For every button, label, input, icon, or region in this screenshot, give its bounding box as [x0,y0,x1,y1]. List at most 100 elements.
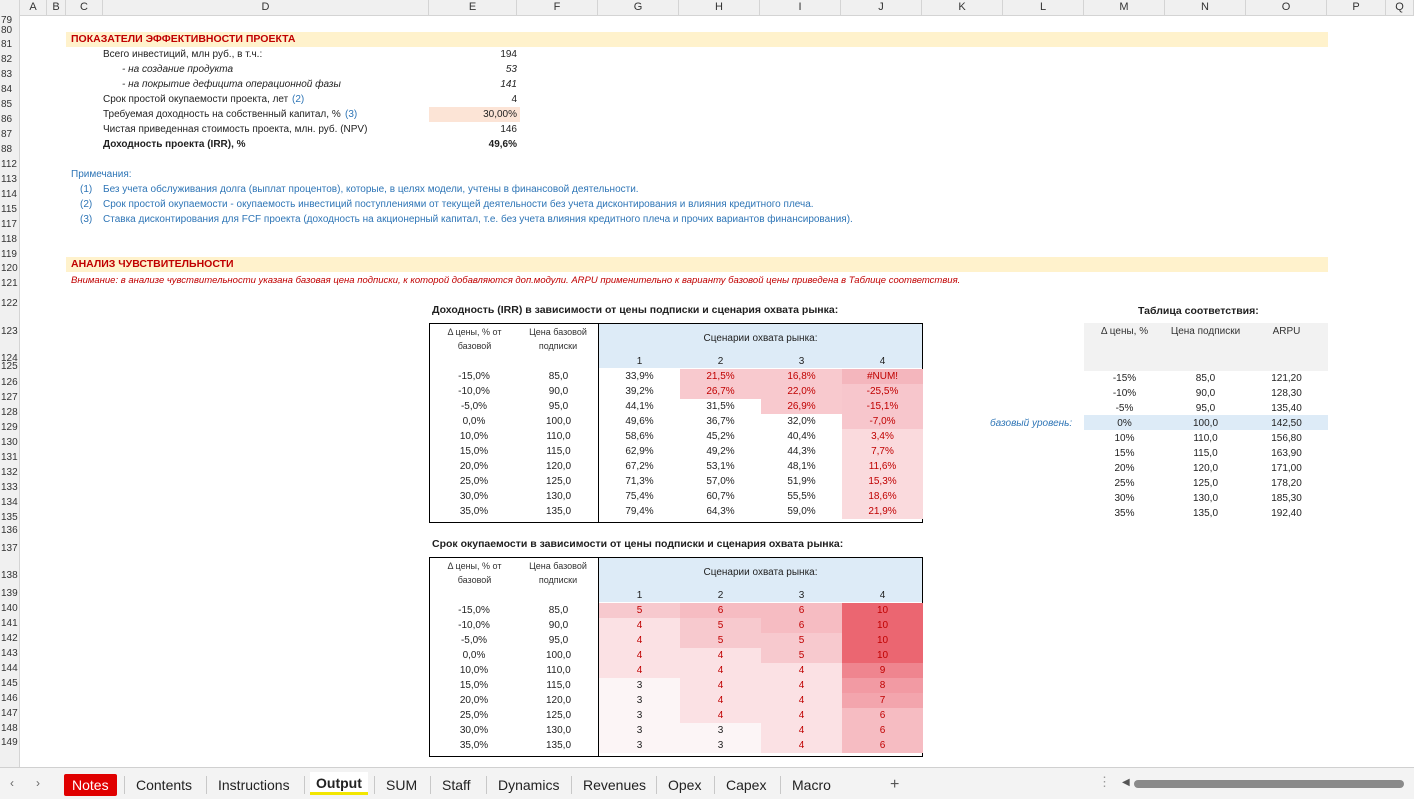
row-header[interactable]: 113 [0,174,19,185]
match-cell: 95,0 [1195,403,1216,414]
row-header[interactable]: 136 [0,525,19,536]
row-header[interactable]: 125 [0,361,19,372]
row-header[interactable]: 133 [0,482,19,493]
column-header[interactable]: C [66,0,103,15]
row-header[interactable]: 118 [0,234,19,245]
row-header[interactable]: 121 [0,278,19,289]
row-header[interactable]: 120 [0,263,19,274]
tab-sum[interactable]: SUM [380,774,423,796]
payback_table-value-cell: 4 [761,678,842,693]
irr_table-price: 100,0 [545,416,572,427]
column-header[interactable]: L [1003,0,1084,15]
row-header[interactable]: 143 [0,648,19,659]
tab-revenues[interactable]: Revenues [577,774,652,796]
column-header[interactable]: B [47,0,66,15]
payback_table-value-cell: 6 [842,708,923,723]
column-header[interactable]: Q [1386,0,1414,15]
tab-dynamics[interactable]: Dynamics [492,774,565,796]
tab-scroll-right-icon[interactable]: › [36,776,40,790]
row-header[interactable]: 115 [0,204,19,215]
row-header[interactable]: 117 [0,219,19,230]
irr_table-value-cell: -7,0% [842,414,923,429]
payback_table-value-cell: 4 [680,708,761,723]
row-header[interactable]: 137 [0,543,19,554]
column-header[interactable]: H [679,0,760,15]
payback_table-value-cell: 9 [842,663,923,678]
row-header[interactable]: 149 [0,737,19,748]
row-header[interactable]: 135 [0,512,19,523]
row-header[interactable]: 122 [0,298,19,309]
tab-staff[interactable]: Staff [436,774,477,796]
tab-scroll-left-icon[interactable]: ‹ [10,776,14,790]
row-header[interactable]: 123 [0,326,19,337]
row-header[interactable]: 140 [0,603,19,614]
payback_table-value-cell: 6 [842,738,923,753]
row-header[interactable]: 128 [0,407,19,418]
add-sheet-button[interactable]: + [884,774,905,796]
column-header[interactable]: F [517,0,598,15]
hscroll-left-icon[interactable]: ◀ [1122,777,1130,788]
row-header[interactable]: 146 [0,693,19,704]
row-header[interactable]: 88 [0,144,19,155]
column-header[interactable]: K [922,0,1003,15]
column-header[interactable]: D [103,0,429,15]
select-all-corner[interactable] [0,0,20,15]
row-header[interactable]: 86 [0,114,19,125]
row-header[interactable]: 138 [0,570,19,581]
row-header[interactable]: 81 [0,39,19,50]
row-header[interactable]: 145 [0,678,19,689]
row-header[interactable]: 82 [0,54,19,65]
irr_table-value-cell: 58,6% [599,429,680,444]
match-cell: -15% [1112,373,1137,384]
row-header[interactable]: 131 [0,452,19,463]
row-header[interactable]: 84 [0,84,19,95]
row-header[interactable]: 142 [0,633,19,644]
irr_table-value-cell: #NUM! [842,369,923,384]
row-header[interactable]: 147 [0,708,19,719]
column-header[interactable]: G [598,0,679,15]
irr_table-value-cell: 67,2% [599,459,680,474]
column-header[interactable]: O [1246,0,1327,15]
row-header[interactable]: 87 [0,129,19,140]
row-header[interactable]: 127 [0,392,19,403]
row-header[interactable]: 83 [0,69,19,80]
horizontal-scrollbar[interactable] [1134,780,1404,788]
row-header[interactable]: 139 [0,588,19,599]
irr_table-value-cell: 7,7% [842,444,923,459]
match-cell: 135,40 [1271,403,1302,414]
column-header[interactable]: A [20,0,47,15]
column-header[interactable]: P [1327,0,1386,15]
irr_table-price: 115,0 [546,446,571,457]
tab-instructions[interactable]: Instructions [212,774,296,796]
row-header[interactable]: 132 [0,467,19,478]
row-header[interactable]: 148 [0,723,19,734]
tab-output[interactable]: Output [310,772,368,795]
tab-options-icon[interactable]: ⋮ [1098,774,1111,790]
column-header[interactable]: I [760,0,841,15]
row-header[interactable]: 134 [0,497,19,508]
row-header[interactable]: 112 [0,159,19,170]
row-header[interactable]: 141 [0,618,19,629]
tab-macro[interactable]: Macro [786,774,837,796]
tab-contents[interactable]: Contents [130,774,198,796]
match-cell: 163,90 [1271,448,1302,459]
payback_table-value-cell: 5 [761,648,842,663]
column-header[interactable]: J [841,0,922,15]
row-header[interactable]: 114 [0,189,19,200]
tab-capex[interactable]: Capex [720,774,772,796]
row-header[interactable]: 144 [0,663,19,674]
row-header[interactable]: 129 [0,422,19,433]
kpi-value[interactable]: 30,00% [429,107,520,122]
row-header[interactable]: 85 [0,99,19,110]
column-header[interactable]: M [1084,0,1165,15]
tab-opex[interactable]: Opex [662,774,707,796]
column-header[interactable]: E [429,0,517,15]
row-header[interactable]: 130 [0,437,19,448]
row-header[interactable]: 119 [0,249,19,260]
tab-notes[interactable]: Notes [64,774,117,796]
row-header[interactable]: 80 [0,25,19,36]
column-header[interactable]: N [1165,0,1246,15]
row-header[interactable]: 126 [0,377,19,388]
payback_table-price: 130,0 [545,725,572,736]
irr_table-value-cell: 11,6% [842,459,923,474]
